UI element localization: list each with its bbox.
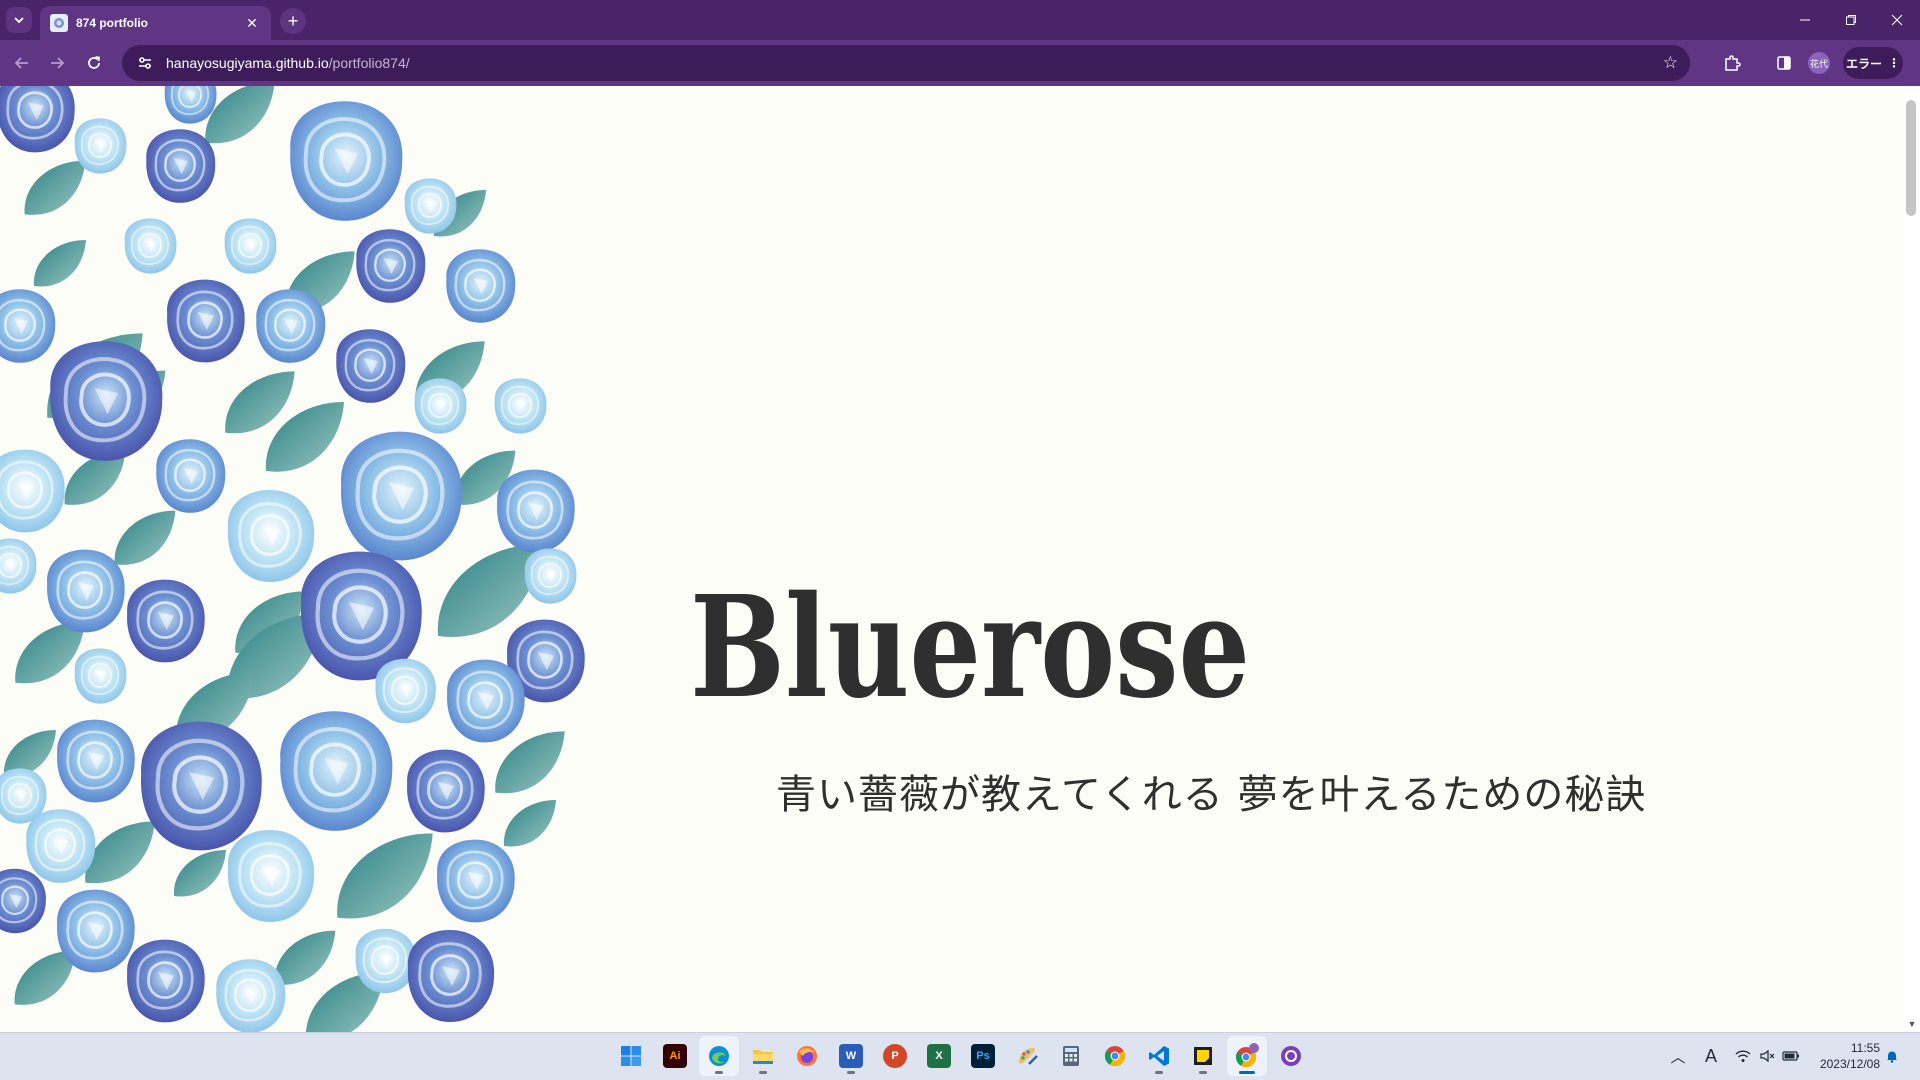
taskbar-excel[interactable]: X [919, 1036, 959, 1076]
tab-search-button[interactable] [6, 7, 32, 33]
blue-rose-illustration [0, 86, 587, 1032]
side-panel-button[interactable] [1770, 49, 1798, 77]
paint-icon [1019, 1048, 1038, 1065]
logo-text: Bluerose [690, 566, 1250, 730]
taskbar-chrome-profile[interactable] [1227, 1036, 1267, 1076]
taskbar-paint[interactable] [1007, 1036, 1047, 1076]
restore-icon [1846, 15, 1856, 25]
word-icon: W [839, 1044, 863, 1068]
wifi-icon[interactable] [1732, 1044, 1754, 1068]
close-icon[interactable]: ✕ [243, 15, 261, 32]
taskbar-chrome[interactable] [1095, 1036, 1135, 1076]
running-indicator [1199, 1071, 1207, 1074]
taskbar-photoshop[interactable]: Ps [963, 1036, 1003, 1076]
back-button[interactable] [8, 49, 36, 77]
minimize-icon [1800, 19, 1810, 21]
extensions-button[interactable] [1718, 49, 1746, 77]
running-indicator [759, 1071, 767, 1074]
page-viewport: Bluerose 青い薔薇が教えてくれる 夢を叶えるための秘訣 [0, 86, 1904, 1032]
tab-title: 874 portfolio [76, 16, 149, 30]
taskbar-illustrator[interactable]: Ai [655, 1036, 695, 1076]
url-path: /portfolio874/ [328, 55, 410, 71]
browser-title-bar: 874 portfolio ✕ + [0, 0, 1920, 40]
vertical-scrollbar[interactable] [1904, 86, 1920, 1032]
favicon-icon [50, 14, 68, 32]
start-button[interactable] [611, 1036, 651, 1076]
minimize-button[interactable] [1782, 0, 1828, 40]
calculator-icon [1063, 1046, 1079, 1066]
taskbar-powerpoint[interactable]: P [875, 1036, 915, 1076]
running-indicator [847, 1071, 855, 1074]
new-tab-button[interactable]: + [280, 8, 306, 34]
tagline: 青い薔薇が教えてくれる 夢を叶えるための秘訣 [776, 772, 1647, 818]
kebab-menu-icon: ⋮ [1888, 56, 1900, 70]
scroll-down-arrow-icon[interactable]: ▼ [1904, 1016, 1920, 1032]
plus-icon: + [287, 10, 299, 31]
restore-button[interactable] [1828, 0, 1874, 40]
taskbar-sticky-notes[interactable] [1183, 1036, 1223, 1076]
system-clock[interactable]: 11:55 2023/12/08 [1804, 1040, 1880, 1072]
scrollbar-thumb[interactable] [1906, 100, 1916, 216]
address-bar[interactable]: hanayosugiyama.github.io/portfolio874/ ☆ [122, 45, 1690, 81]
reload-button[interactable] [80, 49, 108, 77]
show-hidden-icons-button[interactable]: ︿ [1668, 1044, 1688, 1068]
powerpoint-icon: P [883, 1044, 907, 1068]
sticky-notes-icon [1194, 1047, 1212, 1065]
windows-start-icon [621, 1046, 641, 1066]
error-label: エラー [1845, 56, 1882, 71]
star-icon[interactable]: ☆ [1663, 53, 1678, 73]
photoshop-icon: Ps [971, 1044, 995, 1068]
chrome-profile-icon [1235, 1043, 1259, 1068]
chevron-down-icon [14, 17, 24, 24]
error-chip[interactable]: エラー ⋮ [1843, 47, 1903, 79]
notification-bell-icon[interactable] [1882, 1044, 1902, 1068]
ime-indicator[interactable]: A [1700, 1044, 1722, 1068]
bluerose-logo: Bluerose [690, 566, 1250, 730]
volume-muted-icon[interactable] [1756, 1044, 1778, 1068]
github-icon [1281, 1046, 1301, 1066]
profile-avatar[interactable]: 花代 [1808, 52, 1830, 74]
taskbar-github[interactable] [1271, 1036, 1311, 1076]
window-close-button[interactable] [1874, 0, 1920, 40]
browser-toolbar: hanayosugiyama.github.io/portfolio874/ ☆… [0, 40, 1920, 86]
url-host: hanayosugiyama.github.io [166, 55, 329, 71]
side-panel-icon [1777, 56, 1791, 70]
windows-taskbar [0, 1032, 1920, 1080]
battery-icon[interactable] [1780, 1044, 1802, 1068]
running-indicator [1155, 1071, 1163, 1074]
illustrator-icon: Ai [663, 1044, 687, 1068]
forward-button[interactable] [43, 49, 71, 77]
running-indicator [1239, 1071, 1255, 1074]
excel-icon: X [927, 1044, 951, 1068]
arrow-right-icon [51, 57, 65, 69]
folder-icon [753, 1050, 773, 1064]
puzzle-icon [1725, 55, 1741, 71]
taskbar-calculator[interactable] [1051, 1036, 1091, 1076]
tab-active[interactable]: 874 portfolio ✕ [40, 6, 271, 40]
running-indicator [715, 1071, 723, 1074]
reload-icon [88, 56, 101, 69]
close-icon [1891, 14, 1903, 26]
taskbar-word[interactable]: W [831, 1036, 871, 1076]
edge-browser-icon [709, 1046, 729, 1066]
clock-date: 2023/12/08 [1819, 1057, 1880, 1071]
vscode-icon [1149, 1046, 1169, 1066]
clock-time: 11:55 [1850, 1041, 1880, 1055]
arrow-left-icon [14, 57, 28, 69]
tune-icon[interactable] [134, 52, 156, 74]
taskbar-vscode[interactable] [1139, 1036, 1179, 1076]
taskbar-firefox[interactable] [787, 1036, 827, 1076]
chrome-icon [1104, 1046, 1126, 1067]
taskbar-file-explorer[interactable] [743, 1036, 783, 1076]
firefox-icon [797, 1046, 817, 1066]
taskbar-edge[interactable] [699, 1036, 739, 1076]
chevron-up-icon: ︿ [1670, 1048, 1686, 1066]
